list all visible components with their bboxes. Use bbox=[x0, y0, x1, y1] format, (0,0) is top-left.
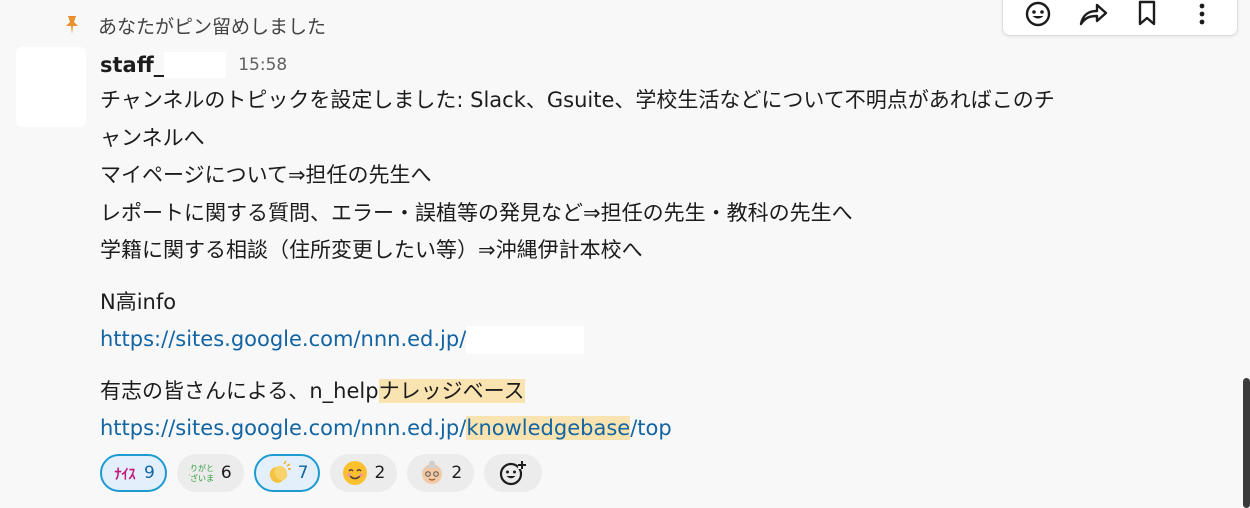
more-vertical-icon bbox=[1199, 3, 1205, 25]
message-line: ャンネルへ bbox=[100, 125, 205, 150]
knowledgebase-link-prefix: https://sites.google.com/nnn.ed.jp/ bbox=[100, 416, 467, 440]
reaction-grandma[interactable]: 2 bbox=[407, 453, 475, 492]
message-actions-toolbar bbox=[1002, 0, 1238, 36]
message-line: レポートに関する質問、エラー・誤植等の発見など⇒担任の先生・教科の先生へ bbox=[100, 200, 853, 225]
bookmark-icon bbox=[1139, 0, 1156, 26]
arigatou-emoji-icon: ありがとう ございます bbox=[189, 463, 215, 483]
save-button[interactable] bbox=[1127, 0, 1167, 31]
timestamp[interactable]: 15:58 bbox=[238, 55, 287, 75]
svg-text:ありがとう: ありがとう bbox=[189, 463, 215, 473]
pinned-notice-text: あなたがピン留めしました bbox=[98, 15, 327, 38]
svg-text:ﾅｲｽ: ﾅｲｽ bbox=[115, 467, 136, 483]
knowledgebase-link-suffix: /top bbox=[630, 416, 672, 440]
scrollbar[interactable] bbox=[1243, 378, 1250, 508]
share-button[interactable] bbox=[1073, 0, 1113, 31]
svg-text:ございます: ございます bbox=[189, 473, 215, 483]
knowledgebase-link-row: https://sites.google.com/nnn.ed.jp/knowl… bbox=[100, 410, 1230, 448]
message-text: チャンネルのトピックを設定しました: Slack、Gsuite、学校生活などにつ… bbox=[100, 82, 1230, 448]
reaction-count: 9 bbox=[144, 462, 155, 483]
info-link-row: https://sites.google.com/nnn.ed.jp/ bbox=[100, 321, 1230, 359]
reaction-count: 7 bbox=[297, 462, 309, 483]
smile-emoji-icon bbox=[343, 460, 368, 485]
reaction-smile[interactable]: 2 bbox=[330, 453, 398, 492]
message-line: チャンネルのトピックを設定しました: Slack、Gsuite、学校生活などにつ… bbox=[100, 88, 1055, 112]
add-emoji-icon bbox=[500, 460, 527, 485]
reaction-count: 6 bbox=[220, 462, 232, 483]
add-reaction-pill[interactable] bbox=[484, 453, 543, 492]
clap-emoji-icon bbox=[269, 460, 291, 483]
emoji-icon bbox=[1026, 1, 1051, 27]
reactions-bar: ﾅｲｽ 9 ありがとう ございます 6 7 bbox=[100, 453, 1230, 492]
sender-name[interactable]: staff_ bbox=[100, 53, 164, 77]
reaction-count: 2 bbox=[451, 462, 463, 483]
reaction-clap[interactable]: 7 bbox=[253, 453, 321, 492]
add-reaction-button[interactable] bbox=[1018, 0, 1058, 31]
knowledgebase-link-highlight: knowledgebase bbox=[466, 416, 631, 440]
knowledgebase-link[interactable]: https://sites.google.com/nnn.ed.jp/knowl… bbox=[100, 416, 672, 440]
info-title: N高info bbox=[100, 289, 177, 314]
grandma-emoji-icon bbox=[422, 460, 443, 484]
share-arrow-icon bbox=[1079, 3, 1107, 26]
pin-icon bbox=[66, 16, 78, 34]
avatar[interactable] bbox=[16, 47, 86, 127]
redacted-name-block bbox=[164, 52, 227, 78]
redacted-url-block bbox=[466, 326, 585, 354]
more-actions-button[interactable] bbox=[1182, 0, 1222, 31]
message-line: マイページについて⇒担任の先生へ bbox=[100, 163, 432, 187]
pinned-notice: あなたがピン留めしました bbox=[62, 10, 326, 40]
message-line: 学籍に関する相談（住所変更したい等）⇒沖縄伊計本校へ bbox=[100, 238, 643, 262]
reaction-nice[interactable]: ﾅｲｽ 9 bbox=[100, 453, 167, 492]
message-header: staff_ 15:58 bbox=[100, 48, 1230, 82]
info-link[interactable]: https://sites.google.com/nnn.ed.jp/ bbox=[100, 327, 466, 351]
knowledgebase-line: 有志の皆さんによる、n_helpナレッジベース bbox=[100, 373, 1230, 411]
message: staff_ 15:58 チャンネルのトピックを設定しました: Slack、Gs… bbox=[100, 48, 1230, 492]
knowledgebase-highlight: ナレッジベース bbox=[378, 378, 525, 403]
knowledgebase-prefix: 有志の皆さんによる、n_help bbox=[100, 378, 379, 403]
reaction-count: 2 bbox=[374, 462, 386, 483]
nice-emoji-icon: ﾅｲｽ bbox=[115, 467, 136, 483]
reaction-arigatou[interactable]: ありがとう ございます 6 bbox=[176, 453, 244, 492]
